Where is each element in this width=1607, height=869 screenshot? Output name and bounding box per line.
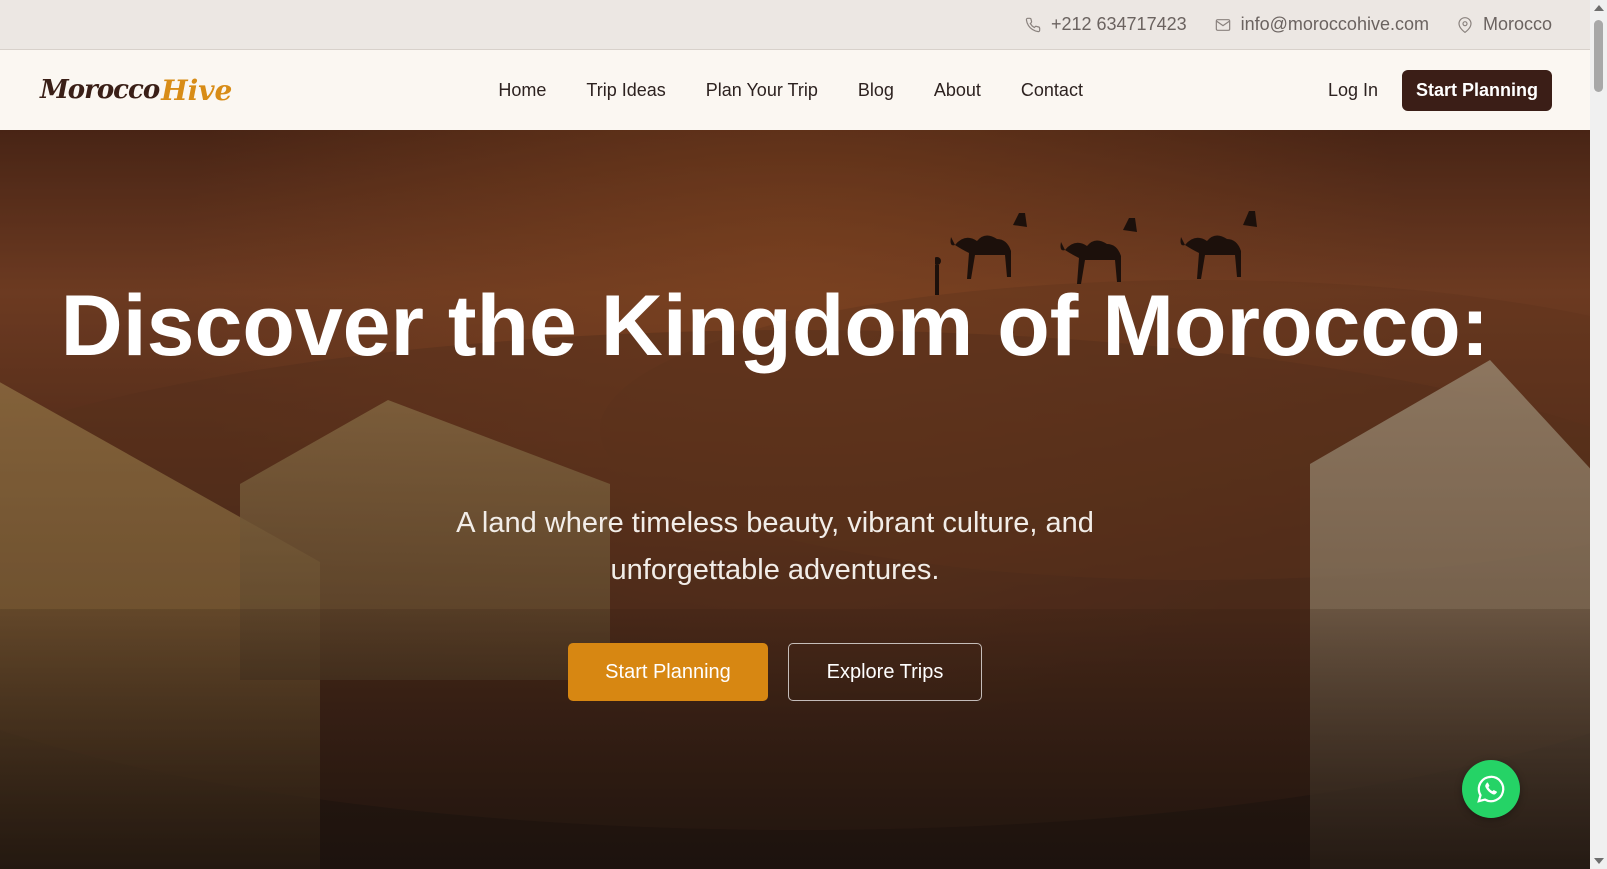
hero-cta-group: Start Planning Explore Trips [0, 643, 1550, 701]
mail-icon [1215, 18, 1230, 31]
nav-item-home[interactable]: Home [498, 80, 546, 101]
scrollbar-thumb[interactable] [1594, 20, 1603, 92]
whatsapp-chat-button[interactable] [1462, 760, 1520, 818]
nav-item-plan-your-trip[interactable]: Plan Your Trip [706, 80, 818, 101]
page-scrollbar[interactable] [1590, 0, 1607, 869]
phone-icon [1025, 17, 1041, 32]
hero-subtitle-line: A land where timeless beauty, vibrant cu… [456, 507, 1094, 539]
whatsapp-icon [1477, 775, 1505, 803]
scroll-down-arrow-icon[interactable] [1594, 858, 1604, 864]
nav-item-contact[interactable]: Contact [1021, 80, 1083, 101]
nav-item-trip-ideas[interactable]: Trip Ideas [586, 80, 665, 101]
email-address: info@moroccohive.com [1240, 14, 1429, 34]
main-navbar: Morocco Hive Home Trip Ideas Plan Your T… [0, 50, 1590, 130]
nav-menu: Home Trip Ideas Plan Your Trip Blog Abou… [498, 80, 1083, 101]
nav-item-blog[interactable]: Blog [858, 80, 894, 101]
explore-trips-button[interactable]: Explore Trips [788, 643, 982, 701]
phone-number: +212 634717423 [1050, 14, 1187, 34]
hero-title: Discover the Kingdom of Morocco: [60, 278, 1490, 374]
hero-subtitle: A land where timeless beauty, vibrant cu… [0, 500, 1550, 594]
phone-contact[interactable]: +212 634717423 [1025, 14, 1187, 35]
hero-section: Discover the Kingdom of Morocco: A land … [0, 130, 1590, 869]
login-link[interactable]: Log In [1328, 80, 1378, 101]
map-pin-icon [1458, 16, 1472, 33]
nav-item-about[interactable]: About [934, 80, 981, 101]
email-contact[interactable]: info@moroccohive.com [1215, 14, 1429, 35]
start-planning-nav-button[interactable]: Start Planning [1401, 69, 1552, 111]
logo-text-hive: Hive [161, 73, 233, 107]
scroll-up-arrow-icon[interactable] [1594, 5, 1604, 11]
logo-text-morocco: Morocco [40, 75, 160, 105]
top-contact-bar: +212 634717423 info@moroccohive.com Moro… [0, 0, 1590, 50]
location-contact: Morocco [1457, 14, 1552, 35]
nav-actions: Log In Start Planning [1328, 69, 1552, 111]
site-logo[interactable]: Morocco Hive [40, 70, 232, 110]
location-text: Morocco [1482, 14, 1552, 34]
hero-subtitle-line: unforgettable adventures. [610, 554, 940, 586]
start-planning-button[interactable]: Start Planning [568, 643, 768, 701]
